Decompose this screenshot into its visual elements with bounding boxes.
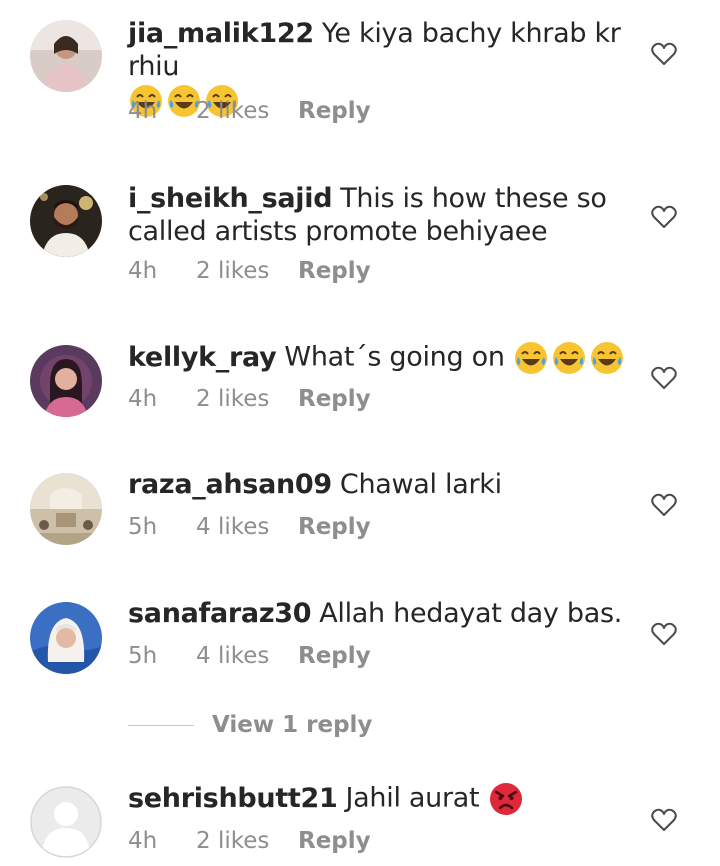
comment-body: Jahil aurat	[345, 782, 480, 814]
username-link[interactable]: raza_ahsan09	[128, 469, 332, 500]
avatar[interactable]	[30, 20, 102, 92]
default-avatar[interactable]	[30, 786, 102, 858]
username-link[interactable]: sehrishbutt21	[128, 783, 338, 814]
comment-body: Chawal larki	[339, 469, 502, 500]
username-link[interactable]: sanafaraz30	[128, 598, 312, 629]
like-heart-icon[interactable]	[651, 808, 677, 832]
like-heart-icon[interactable]	[651, 42, 677, 66]
reply-button[interactable]: Reply	[298, 643, 371, 669]
comment-text: sehrishbutt21 Jahil aurat	[128, 781, 633, 817]
comment-meta: 4h 2 likes Reply	[128, 828, 371, 854]
timestamp: 4h	[128, 98, 158, 124]
like-heart-icon[interactable]	[651, 622, 677, 646]
comment-body: Allah hedayat day bas.	[319, 598, 623, 629]
timestamp: 4h	[128, 828, 158, 854]
like-heart-icon[interactable]	[651, 366, 677, 390]
angry-face-emoji-icon	[488, 781, 524, 817]
timestamp: 4h	[128, 386, 158, 412]
like-heart-icon[interactable]	[651, 205, 677, 229]
comment-body: What´s going on	[284, 341, 505, 373]
likes-count[interactable]: 2 likes	[196, 828, 298, 854]
avatar[interactable]	[30, 473, 102, 545]
laughing-tears-emoji-icon	[513, 340, 549, 376]
laughing-tears-emoji-icon	[589, 340, 625, 376]
reply-button[interactable]: Reply	[298, 386, 371, 412]
comment-text: i_sheikh_sajid This is how these so calle…	[128, 182, 633, 248]
avatar[interactable]	[30, 185, 102, 257]
divider-line	[128, 724, 194, 726]
reply-button[interactable]: Reply	[298, 98, 371, 124]
comment-meta: 4h 2 likes Reply	[128, 386, 371, 412]
avatar[interactable]	[30, 602, 102, 674]
timestamp: 4h	[128, 258, 158, 284]
comment-text: sanafaraz30 Allah hedayat day bas.	[128, 597, 633, 630]
emoji-group	[513, 340, 627, 376]
comment-text: raza_ahsan09 Chawal larki	[128, 468, 633, 501]
comment-meta: 4h 2 likes Reply	[128, 258, 371, 284]
likes-count[interactable]: 2 likes	[196, 258, 298, 284]
avatar[interactable]	[30, 345, 102, 417]
username-link[interactable]: jia_malik122	[128, 18, 314, 49]
reply-button[interactable]: Reply	[298, 258, 371, 284]
comment-text: kellyk_ray What´s going on	[128, 340, 633, 376]
username-link[interactable]: i_sheikh_sajid	[128, 183, 333, 214]
timestamp: 5h	[128, 514, 158, 540]
reply-button[interactable]: Reply	[298, 828, 371, 854]
timestamp: 5h	[128, 643, 158, 669]
view-replies-button[interactable]: View 1 reply	[128, 712, 372, 738]
emoji-group	[488, 781, 526, 817]
likes-count[interactable]: 4 likes	[196, 643, 298, 669]
view-replies-label: View 1 reply	[212, 712, 373, 738]
comment-meta: 5h 4 likes Reply	[128, 514, 371, 540]
laughing-tears-emoji-icon	[551, 340, 587, 376]
reply-button[interactable]: Reply	[298, 514, 371, 540]
username-link[interactable]: kellyk_ray	[128, 342, 277, 373]
likes-count[interactable]: 4 likes	[196, 514, 298, 540]
likes-count[interactable]: 2 likes	[196, 386, 298, 412]
comment-meta: 4h 2 likes Reply	[128, 98, 371, 124]
likes-count[interactable]: 2 likes	[196, 98, 298, 124]
like-heart-icon[interactable]	[651, 493, 677, 517]
comment-meta: 5h 4 likes Reply	[128, 643, 371, 669]
